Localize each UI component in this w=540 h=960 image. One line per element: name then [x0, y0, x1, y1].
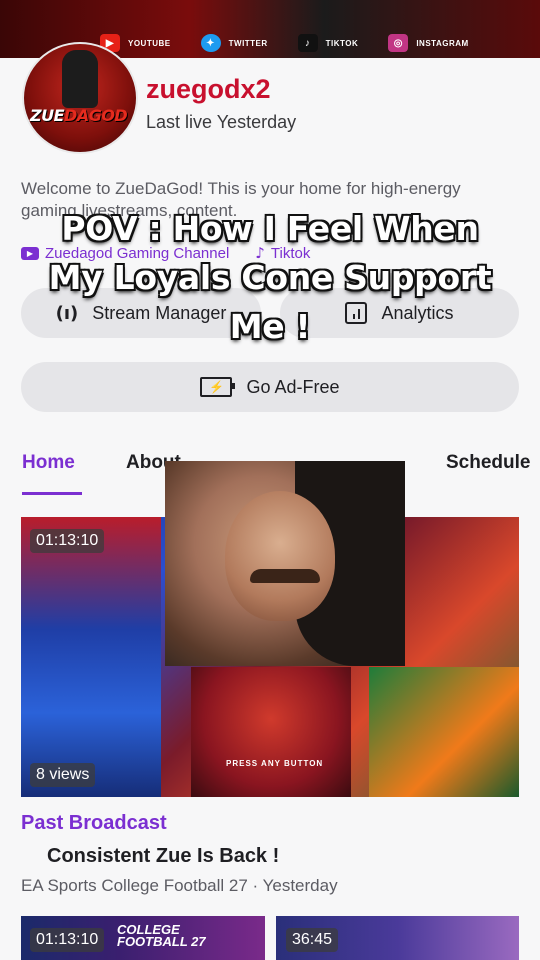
reaction-meme-image [165, 461, 405, 666]
battery-bolt-icon: ⚡ [200, 377, 236, 397]
avatar-figure [62, 50, 98, 108]
banner-youtube[interactable]: ▶ YOUTUBE [100, 34, 171, 52]
tiktok-icon: ♪ [297, 34, 318, 52]
past-broadcast-label: Past Broadcast [21, 812, 167, 834]
video-subtitle: EA Sports College Football 27 · Yesterda… [21, 876, 338, 895]
avatar-logo-b: DAGOD [64, 106, 128, 125]
twitter-icon: ✦ [200, 34, 221, 52]
video-duration-badge: 01:13:10 [30, 928, 105, 952]
overlay-caption-line-3: Me ! [229, 307, 311, 346]
thumbnail-art-left [21, 517, 161, 797]
go-ad-free-button[interactable]: ⚡ Go Ad-Free [21, 362, 519, 412]
thumbnail-game-art: COLLEGE FOOTBALL 27 [117, 922, 206, 949]
channel-username: zuegodx2 [146, 74, 271, 104]
avatar-logo-a: ZUE [30, 106, 65, 125]
meme-mustache [250, 569, 320, 583]
press-any-button-text: PRESS ANY BUTTON [226, 759, 324, 768]
overlay-caption-line-1: POV : How I Feel When [61, 209, 479, 248]
video-views-badge: 8 views [30, 763, 96, 787]
banner-tiktok[interactable]: ♪ TIKTOK [297, 34, 359, 52]
overlay-caption-line-2: My Loyals Cone Support [48, 258, 492, 297]
banner-instagram[interactable]: ◎ INSTAGRAM [388, 34, 468, 52]
last-live-status: Last live Yesterday [146, 112, 297, 132]
meme-face [225, 491, 335, 621]
video-duration-badge: 36:45 [286, 928, 339, 952]
tab-home[interactable]: Home [22, 452, 75, 474]
avatar[interactable]: ZUEDAGOD [22, 42, 138, 154]
banner-social-links: ▶ YOUTUBE ✦ TWITTER ♪ TIKTOK ◎ INSTAGRAM [100, 34, 469, 52]
video-title[interactable]: Consistent Zue Is Back ! [47, 845, 279, 868]
banner-twitter[interactable]: ✦ TWITTER [200, 34, 268, 52]
thumbnail-art-right [369, 667, 519, 797]
thumbnail-art-center [191, 667, 351, 797]
avatar-logo: ZUEDAGOD [30, 106, 128, 125]
video-duration-badge: 01:13:10 [30, 529, 105, 553]
active-tab-indicator [22, 492, 82, 495]
instagram-icon: ◎ [388, 34, 409, 52]
tab-schedule[interactable]: Schedule [446, 452, 530, 474]
